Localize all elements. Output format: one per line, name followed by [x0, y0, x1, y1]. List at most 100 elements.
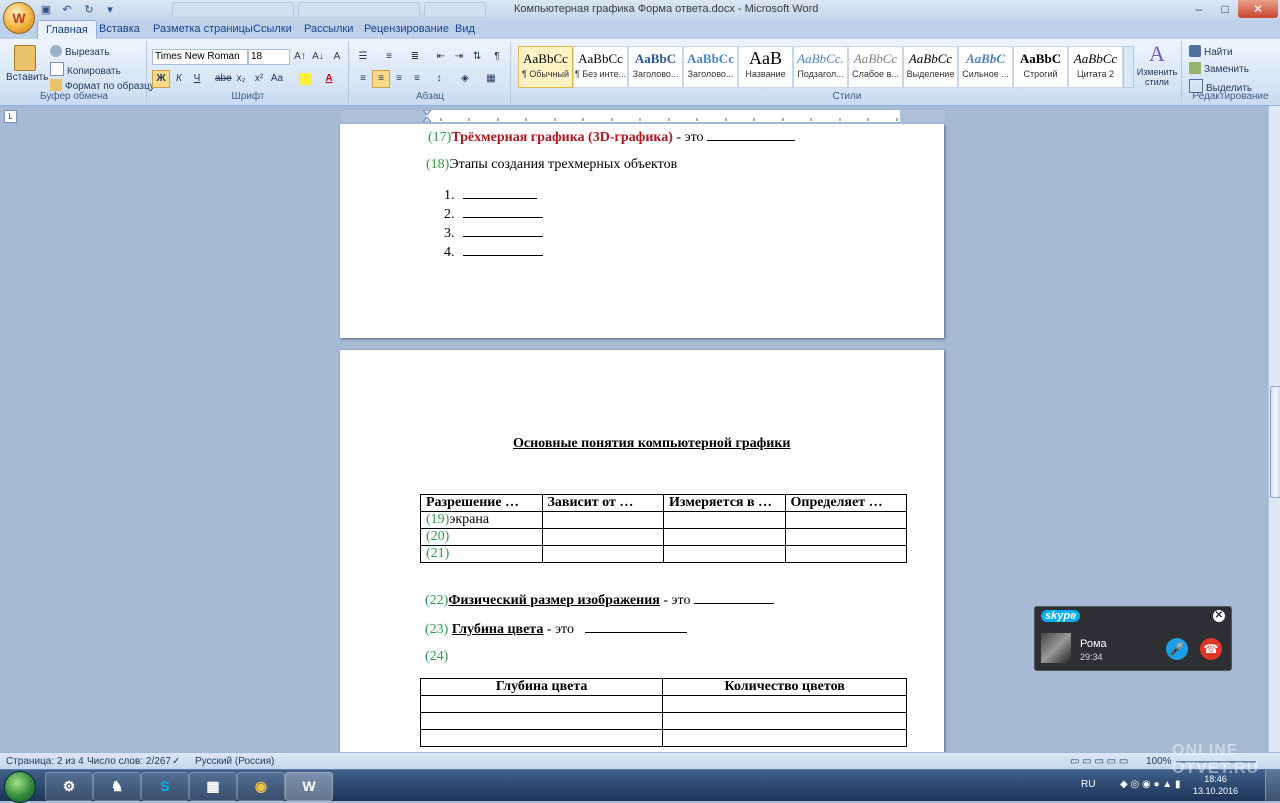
redo-icon[interactable]: ↻	[82, 3, 96, 17]
table-cell[interactable]	[541, 528, 664, 546]
zoom-level[interactable]: 100%	[1146, 756, 1172, 767]
line-spacing-icon[interactable]: ↕	[430, 70, 448, 88]
hang-up-icon[interactable]: ☎	[1200, 638, 1222, 660]
table-cell[interactable]: (19)экрана	[420, 511, 543, 529]
style-emphasis[interactable]: AaBbCc Выделение	[903, 46, 958, 88]
input-language[interactable]: RU	[1081, 779, 1095, 790]
answer-blank[interactable]	[693, 591, 774, 604]
tab-mailings[interactable]: Рассылки	[304, 23, 353, 35]
bullets-icon[interactable]: ☰	[354, 48, 372, 66]
maximize-button[interactable]: □	[1212, 0, 1238, 18]
tab-home[interactable]: Главная	[37, 20, 97, 40]
table-cell[interactable]	[662, 695, 907, 713]
table-cell[interactable]	[662, 729, 907, 747]
table-cell[interactable]: (20)	[420, 528, 543, 546]
answer-blank[interactable]	[462, 243, 543, 256]
style-normal[interactable]: AaBbCc ¶ Обычный	[518, 46, 573, 88]
clear-format-button[interactable]: A	[328, 48, 346, 66]
answer-blank[interactable]	[462, 205, 543, 218]
tab-view[interactable]: Вид	[455, 23, 475, 35]
table-cell[interactable]	[784, 545, 907, 563]
superscript-button[interactable]: x²	[250, 70, 268, 88]
table-cell[interactable]	[419, 729, 664, 747]
vertical-scrollbar[interactable]	[1268, 106, 1280, 752]
table-cell[interactable]	[541, 545, 664, 563]
page-count[interactable]: Страница: 2 из 4	[6, 756, 84, 767]
font-color-icon[interactable]: A	[320, 70, 338, 88]
answer-blank[interactable]	[707, 128, 796, 141]
word-taskbar-icon[interactable]: W	[285, 772, 333, 801]
numbering-icon[interactable]: ≡	[380, 48, 398, 66]
style-title[interactable]: AaB Название	[738, 46, 793, 88]
copy-button[interactable]: Копировать	[50, 62, 121, 77]
underline-button[interactable]: Ч	[188, 70, 206, 88]
answer-blank[interactable]	[585, 620, 688, 633]
borders-icon[interactable]: ▦	[482, 70, 500, 88]
grow-font-button[interactable]: A↑	[291, 48, 309, 66]
find-button[interactable]: Найти	[1189, 45, 1233, 58]
shrink-font-button[interactable]: A↓	[309, 48, 327, 66]
skype-taskbar-icon[interactable]: S	[141, 772, 189, 801]
style-subtitle[interactable]: AaBbCc. Подзагол...	[793, 46, 848, 88]
save-icon[interactable]: ▣	[39, 3, 53, 17]
replace-button[interactable]: Заменить	[1189, 62, 1249, 75]
customize-quick-access-icon[interactable]: ▾	[103, 3, 117, 17]
strikethrough-button[interactable]: abe	[214, 70, 232, 88]
office-button[interactable]: W	[3, 2, 35, 34]
style-heading-2[interactable]: AaBbCc Заголово...	[683, 46, 738, 88]
style-strong[interactable]: AaBbC Строгий	[1013, 46, 1068, 88]
style-heading-1[interactable]: AaBbC Заголово...	[628, 46, 683, 88]
cut-button[interactable]: Вырезать	[50, 45, 109, 58]
page-2[interactable]: Основные понятия компьютерной графики Ра…	[340, 350, 944, 752]
tab-page-layout[interactable]: Разметка страницы	[153, 23, 253, 35]
table-cell[interactable]	[784, 511, 907, 529]
italic-button[interactable]: К	[170, 70, 188, 88]
tray-icons[interactable]: ◆ ◎ ◉ ● ▲ ▮	[1120, 779, 1180, 790]
page-1[interactable]: (17)Трёхмерная графика (3D-графика) - эт…	[340, 124, 944, 338]
table-cell[interactable]	[662, 712, 907, 730]
style-intense-emphasis[interactable]: AaBbC Сильное ...	[958, 46, 1013, 88]
start-button[interactable]	[4, 771, 36, 803]
bold-button[interactable]: Ж	[152, 70, 170, 88]
font-size-select[interactable]: 18	[248, 49, 290, 65]
tab-insert[interactable]: Вставка	[99, 23, 140, 35]
style-quote-2[interactable]: AaBbCc Цитата 2	[1068, 46, 1123, 88]
align-center-icon[interactable]: ≡	[372, 70, 390, 88]
table-cell[interactable]	[663, 545, 786, 563]
increase-indent-icon[interactable]: ⇥	[450, 48, 468, 66]
game-icon[interactable]: ♞	[93, 772, 141, 801]
shading-icon[interactable]: ◈	[456, 70, 474, 88]
style-subtle-emphasis[interactable]: AaBbCc Слабое в...	[848, 46, 903, 88]
table-cell[interactable]: (21)	[420, 545, 543, 563]
align-left-icon[interactable]: ≡	[354, 70, 372, 88]
decrease-indent-icon[interactable]: ⇤	[432, 48, 450, 66]
language[interactable]: Русский (Россия)	[195, 756, 274, 767]
tab-selector[interactable]: L	[4, 110, 17, 123]
spellcheck-icon[interactable]: ✓	[172, 756, 180, 767]
sort-icon[interactable]: ⇅	[468, 48, 486, 66]
answer-blank[interactable]	[462, 186, 537, 199]
chrome-icon[interactable]: ◉	[237, 772, 285, 801]
styles-scroll[interactable]	[1123, 46, 1134, 88]
minimize-button[interactable]: –	[1186, 0, 1212, 18]
style-no-spacing[interactable]: AaBbCc ¶ Без инте...	[573, 46, 628, 88]
skype-call-popup[interactable]: skype ✕ Рома 29:34 🎤 ☎	[1034, 606, 1232, 671]
multilevel-list-icon[interactable]: ≣	[406, 48, 424, 66]
tab-references[interactable]: Ссылки	[253, 23, 292, 35]
answer-blank[interactable]	[462, 224, 543, 237]
table-cell[interactable]	[541, 511, 664, 529]
close-icon[interactable]: ✕	[1213, 610, 1225, 622]
tab-review[interactable]: Рецензирование	[364, 23, 449, 35]
table-cell[interactable]	[419, 695, 664, 713]
scrollbar-thumb[interactable]	[1270, 386, 1280, 498]
change-styles-button[interactable]: A Изменить стили	[1135, 41, 1179, 91]
justify-icon[interactable]: ≡	[408, 70, 426, 88]
word-count[interactable]: Число слов: 2/267	[87, 756, 171, 767]
table-cell[interactable]	[784, 528, 907, 546]
font-name-select[interactable]: Times New Roman	[152, 49, 248, 65]
align-right-icon[interactable]: ≡	[390, 70, 408, 88]
steam-icon[interactable]: ⚙	[45, 772, 93, 801]
table-cell[interactable]	[663, 528, 786, 546]
paste-button[interactable]: Вставить	[6, 43, 48, 91]
close-button[interactable]: ✕	[1238, 0, 1278, 18]
